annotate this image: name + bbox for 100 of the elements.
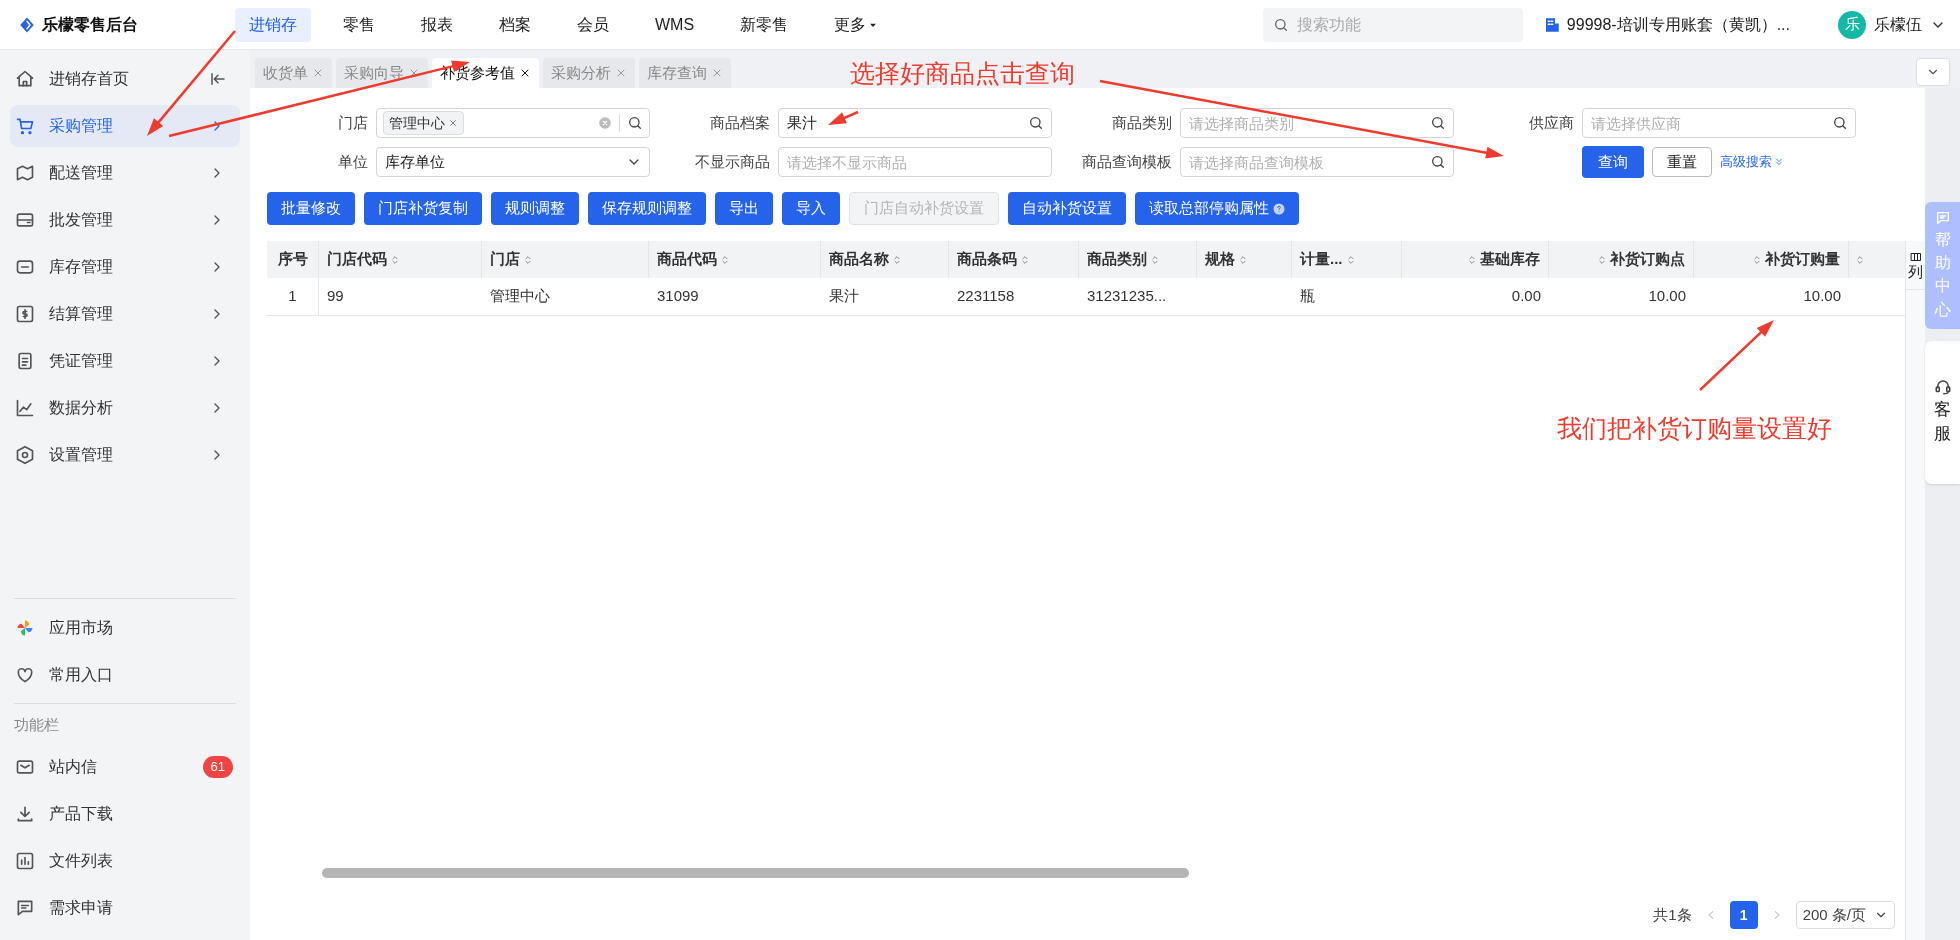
remove-icon[interactable] <box>448 118 458 128</box>
sidebar-item[interactable]: 站内信 61 <box>10 746 240 788</box>
search-icon[interactable] <box>1028 115 1044 131</box>
customer-service-button[interactable]: 客服 <box>1925 340 1960 484</box>
count-badge: 61 <box>202 756 233 778</box>
reset-button[interactable]: 重置 <box>1652 147 1712 177</box>
column-header[interactable]: 商品条码 <box>949 241 1079 278</box>
table-cell-text: 2231158 <box>956 286 1016 307</box>
toolbar-button[interactable]: 批量修改 <box>267 192 355 225</box>
search-icon[interactable] <box>1832 115 1848 131</box>
top-nav-item[interactable]: WMS <box>641 7 709 42</box>
table-cell-text: 31231235... <box>1086 286 1168 307</box>
tab-list-button[interactable] <box>1916 58 1950 86</box>
field-label: 不显示商品 <box>694 151 770 172</box>
table-cell-text: 10.00 <box>1802 286 1842 307</box>
toolbar-button[interactable]: 保存规则调整 <box>588 192 706 225</box>
input-field[interactable]: 请选择不显示商品 <box>778 147 1052 177</box>
column-header[interactable]: 计量... <box>1292 241 1402 278</box>
account-name[interactable]: 99998-培训专用账套（黄凯）... <box>1566 12 1790 37</box>
top-nav-item[interactable]: 会员 <box>563 7 623 42</box>
sidebar-item[interactable]: 采购管理 <box>10 105 240 147</box>
column-header[interactable]: 商品类别 <box>1079 241 1197 278</box>
column-header[interactable]: 规格 <box>1197 241 1292 278</box>
sidebar-item[interactable]: 常用入口 <box>10 654 240 696</box>
field-label: 商品查询模板 <box>1081 151 1172 172</box>
user-name[interactable]: 乐檬伍 <box>1874 12 1922 37</box>
input-field[interactable]: 请选择供应商 <box>1582 108 1856 138</box>
query-button[interactable]: 查询 <box>1582 146 1644 178</box>
heart-icon <box>15 665 35 685</box>
home-icon <box>15 69 35 89</box>
bar-chart-icon <box>15 851 35 871</box>
toolbar-button[interactable]: 读取总部停购属性 <box>1135 192 1299 225</box>
table-cell-text: 管理中心 <box>489 286 551 307</box>
search-icon[interactable] <box>1430 115 1446 131</box>
table-cell-text: 10.00 <box>1647 286 1687 307</box>
sidebar-item[interactable]: 文件列表 <box>10 840 240 882</box>
top-nav-item[interactable]: 零售 <box>329 7 389 42</box>
input-field[interactable]: 请选择商品类别 <box>1180 108 1454 138</box>
headset-icon <box>1933 377 1952 396</box>
column-header[interactable]: 商品名称 <box>821 241 949 278</box>
column-header[interactable]: 补货订购点 <box>1549 241 1694 278</box>
sidebar-item[interactable]: 产品下载 <box>10 793 240 835</box>
column-header[interactable]: 门店 <box>482 241 649 278</box>
section-title: 功能栏 <box>13 714 60 735</box>
advanced-search-link[interactable]: 高级搜索 <box>1720 152 1784 172</box>
pinwheel-icon <box>15 618 35 638</box>
input-field[interactable]: 管理中心 <box>376 108 650 138</box>
field-label: 门店 <box>337 112 368 133</box>
column-header[interactable]: 基础库存 <box>1402 241 1549 278</box>
collapse-icon[interactable] <box>209 70 227 88</box>
sidebar-item[interactable]: 进销存首页 <box>10 58 240 100</box>
download-icon <box>15 804 35 824</box>
annotation-arrow <box>828 110 859 125</box>
page-size-select[interactable]: 200 条/页 <box>1795 901 1895 929</box>
toolbar-button[interactable]: 规则调整 <box>491 192 579 225</box>
selected-tag: 管理中心 <box>383 111 464 135</box>
toolbar-button[interactable]: 导出 <box>715 192 773 225</box>
input-field[interactable]: 请选择商品查询模板 <box>1180 147 1454 177</box>
input-field[interactable]: 果汁 <box>778 108 1052 138</box>
help-icon <box>1273 202 1285 215</box>
sidebar-item[interactable]: 数据分析 <box>10 387 240 429</box>
dollar-icon <box>15 304 35 324</box>
sidebar-item[interactable]: 结算管理 <box>10 293 240 335</box>
field-label: 商品档案 <box>709 112 770 133</box>
top-nav-item[interactable]: 档案 <box>485 7 545 42</box>
sidebar-item[interactable]: 配送管理 <box>10 152 240 194</box>
scrollbar-thumb[interactable] <box>322 868 1189 878</box>
select-field[interactable]: 库存单位 <box>376 147 650 177</box>
search-icon[interactable] <box>627 115 643 131</box>
search-field[interactable]: 搜索功能 <box>1262 7 1523 42</box>
top-nav-item[interactable]: 进销存 <box>235 7 311 42</box>
table-cell: 1 <box>267 278 319 315</box>
annotation-text: 选择好商品点击查询 <box>850 58 1075 89</box>
column-header[interactable]: 门店代码 <box>319 241 482 278</box>
top-nav-item[interactable]: 报表 <box>407 7 467 42</box>
top-nav-item[interactable]: 更多 <box>820 7 893 42</box>
toolbar-button[interactable]: 导入 <box>782 192 840 225</box>
columns-icon <box>1909 251 1922 263</box>
total-count: 共1条 <box>1653 904 1692 925</box>
search-icon[interactable] <box>1430 154 1446 170</box>
sidebar-item[interactable]: 需求申请 <box>10 887 240 929</box>
column-header[interactable]: 补货订购量 <box>1694 241 1849 278</box>
field-label: 供应商 <box>1528 112 1574 133</box>
column-header[interactable]: 商品代码 <box>649 241 821 278</box>
sidebar-item[interactable]: 凭证管理 <box>10 340 240 382</box>
document-icon <box>15 351 35 371</box>
toolbar-button[interactable]: 门店补货复制 <box>364 192 482 225</box>
sidebar-item[interactable]: 库存管理 <box>10 246 240 288</box>
toolbar-button[interactable]: 自动补货设置 <box>1008 192 1126 225</box>
table-cell-text: 0.00 <box>1510 286 1542 307</box>
sidebar-item[interactable]: 批发管理 <box>10 199 240 241</box>
clear-icon[interactable] <box>598 116 612 130</box>
close-icon[interactable] <box>519 67 531 79</box>
avatar: 乐 <box>1838 10 1866 39</box>
field-label: 商品类别 <box>1111 112 1172 133</box>
top-nav-item[interactable]: 新零售 <box>726 7 803 42</box>
sidebar-item[interactable]: 应用市场 <box>10 607 240 649</box>
page-button[interactable]: 1 <box>1729 901 1758 929</box>
column-header[interactable]: 序号 <box>267 241 319 278</box>
sidebar-item[interactable]: 设置管理 <box>10 434 240 476</box>
